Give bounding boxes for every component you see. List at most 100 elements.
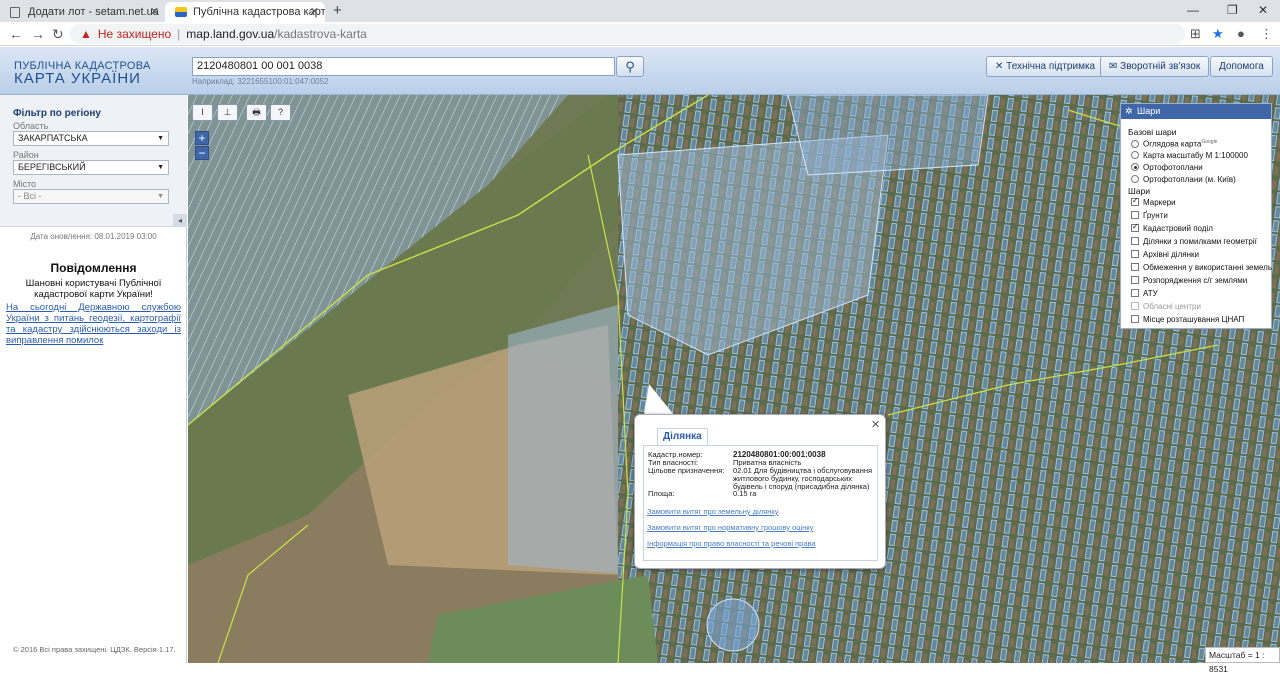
chevron-down-icon: ▼ xyxy=(157,193,164,200)
region-filter: Фільтр по регіону Область ЗАКАРПАТСЬКА ▼ … xyxy=(0,95,187,227)
layer-cadastral[interactable]: Кадастровий поділ xyxy=(1131,222,1213,233)
app-header: ПУБЛІЧНА КАДАСТРОВА КАРТА УКРАЇНИ 212048… xyxy=(0,47,1280,95)
page-icon xyxy=(10,7,20,18)
layer-soils[interactable]: Ґрунти xyxy=(1131,211,1168,220)
account-icon[interactable]: ● xyxy=(1237,26,1245,41)
layer-archive[interactable]: Архівні ділянки xyxy=(1131,250,1199,259)
layer-cnap[interactable]: Місце розташування ЦНАП xyxy=(1131,315,1244,324)
bookmark-star-icon[interactable]: ★ xyxy=(1212,26,1224,42)
tab-parcel[interactable]: Ділянка xyxy=(657,428,708,445)
collapse-panel-button[interactable]: ◂ xyxy=(173,214,187,227)
forward-icon[interactable]: → xyxy=(31,25,45,43)
mail-icon: ✉ xyxy=(1109,61,1121,72)
layer-restrictions[interactable]: Обмеження у використанні земель xyxy=(1131,263,1272,272)
left-panel: Фільтр по регіону Область ЗАКАРПАТСЬКА ▼ … xyxy=(0,95,187,663)
layer-geometry-errors[interactable]: Ділянки з помилками геометрії xyxy=(1131,237,1257,246)
window-close-icon[interactable]: ✕ xyxy=(1258,3,1268,17)
cursor-help-icon: ? xyxy=(277,107,283,117)
scale-indicator: Масштаб = 1 : 8531 xyxy=(1205,647,1280,674)
print-icon: 🖶 xyxy=(252,107,261,117)
help-button[interactable]: Допомога xyxy=(1210,56,1273,77)
close-icon[interactable]: ✕ xyxy=(871,418,880,431)
layers-header[interactable]: ✲ Шари xyxy=(1121,104,1271,119)
order-valuation-link[interactable]: Замовити витяг про нормативну грошову оц… xyxy=(647,523,813,532)
checkbox xyxy=(1131,237,1139,245)
radio-selected xyxy=(1131,163,1139,171)
warning-icon: ▲ xyxy=(80,27,92,41)
row-area: Площа: 0.15 га xyxy=(648,489,757,498)
reload-icon[interactable]: ↻ xyxy=(52,25,64,43)
layer-oblast-centers: Обласні центри xyxy=(1131,302,1201,311)
back-icon[interactable]: ← xyxy=(9,25,23,43)
message-title: Повідомлення xyxy=(50,261,137,275)
minimize-icon[interactable]: — xyxy=(1187,3,1199,17)
url-input[interactable]: ▲ Не захищено | map.land.gov.ua/kadastrova-… xyxy=(70,24,1185,44)
layers-panel: ✲ Шари Базові шари Оглядова картаGoogle К… xyxy=(1120,103,1272,329)
cadastral-search-input[interactable]: 2120480801 00 001 0038 xyxy=(192,57,615,76)
ruler-icon: I xyxy=(201,107,204,117)
parcel-info: Кадастр.номер: 2120480801:00:001:0038 Тип… xyxy=(643,445,878,561)
map-canvas[interactable] xyxy=(188,95,1280,663)
tools-icon: ✕ xyxy=(995,61,1007,72)
security-label: Не захищено xyxy=(97,27,172,41)
order-extract-link[interactable]: Замовити витяг про земельну ділянку xyxy=(647,507,779,516)
checkbox xyxy=(1131,276,1139,284)
measure-length-button[interactable]: I xyxy=(192,104,213,121)
checkbox xyxy=(1131,289,1139,297)
new-tab-button[interactable]: + xyxy=(333,2,342,20)
area-icon: ⊥ xyxy=(223,107,232,117)
url-host: map.land.gov.ua xyxy=(186,27,275,41)
raion-label: Район xyxy=(13,150,39,160)
gear-icon: ✲ xyxy=(1125,106,1133,116)
feedback-button[interactable]: ✉ Зворотній зв'язок xyxy=(1100,56,1210,77)
search-button[interactable]: ⚲ xyxy=(616,56,644,77)
checkbox xyxy=(1131,211,1139,219)
chevron-down-icon: ▼ xyxy=(157,135,164,142)
close-tab-icon[interactable]: ✕ xyxy=(150,2,159,22)
orthophoto-map xyxy=(188,95,1280,663)
layer-markers[interactable]: Маркери xyxy=(1131,196,1176,207)
maximize-icon[interactable]: ❐ xyxy=(1227,3,1238,17)
measure-area-button[interactable]: ⊥ xyxy=(217,104,238,121)
layer-atu[interactable]: АТУ xyxy=(1131,289,1158,298)
address-bar: ← → ↻ ▲ Не захищено | map.land.gov.ua/kadas… xyxy=(0,22,1280,46)
checkbox xyxy=(1131,315,1139,323)
browser-tab-active[interactable]: Публічна кадастрова карта Укр ✕ xyxy=(165,2,325,22)
print-button[interactable]: 🖶 xyxy=(246,104,267,121)
base-layer-overview[interactable]: Оглядова картаGoogle xyxy=(1131,139,1217,149)
translate-icon[interactable]: ⊞ xyxy=(1190,26,1201,42)
message-link[interactable]: На сьогодні Державною службою України з … xyxy=(6,302,181,346)
checkbox-checked xyxy=(1131,222,1139,232)
base-layer-100000[interactable]: Карта масштабу М 1:100000 xyxy=(1131,151,1248,160)
layers-title: Шари xyxy=(1128,186,1150,196)
layer-agri-lands[interactable]: Розпорядження с/г землями xyxy=(1131,276,1247,285)
base-layer-orthophoto-kyiv[interactable]: Ортофотоплани (м. Київ) xyxy=(1131,175,1236,184)
radio xyxy=(1131,175,1139,183)
oblast-label: Область xyxy=(13,121,49,131)
ownership-info-link[interactable]: Інформація про право власності та речові… xyxy=(647,539,816,548)
filter-title: Фільтр по регіону xyxy=(13,108,101,119)
close-tab-icon[interactable]: ✕ xyxy=(310,2,319,22)
message-body: Шановні користувачі Публічної кадастрово… xyxy=(25,278,162,300)
base-layer-orthophoto[interactable]: Ортофотоплани xyxy=(1131,163,1203,172)
checkbox xyxy=(1131,302,1139,310)
misto-label: Місто xyxy=(13,179,37,189)
zoom-in-button[interactable]: + xyxy=(195,131,209,145)
menu-kebab-icon[interactable]: ⋮ xyxy=(1260,26,1273,42)
raion-select[interactable]: БЕРЕГІВСЬКИЙ ▼ xyxy=(13,160,169,175)
radio xyxy=(1131,151,1139,159)
tab-title: Публічна кадастрова карта Укр xyxy=(193,6,325,18)
support-button[interactable]: ✕ Технічна підтримка xyxy=(986,56,1105,77)
zoom-out-button[interactable]: − xyxy=(195,146,209,160)
url-path: /kadastrova-karta xyxy=(274,27,367,41)
chevron-down-icon: ▼ xyxy=(157,164,164,171)
checkbox xyxy=(1131,263,1139,271)
copyright: © 2016 Всі права захищені. ЦДЗК. Версія … xyxy=(13,645,176,654)
browser-tab[interactable]: Додати лот - setam.net.ua ✕ xyxy=(0,2,165,22)
misto-select[interactable]: - Всі - ▼ xyxy=(13,189,169,204)
tab-title: Додати лот - setam.net.ua xyxy=(28,6,159,18)
identify-button[interactable]: ? xyxy=(270,104,291,121)
search-icon: ⚲ xyxy=(625,59,635,74)
base-layers-title: Базові шари xyxy=(1128,127,1177,137)
oblast-select[interactable]: ЗАКАРПАТСЬКА ▼ xyxy=(13,131,169,146)
